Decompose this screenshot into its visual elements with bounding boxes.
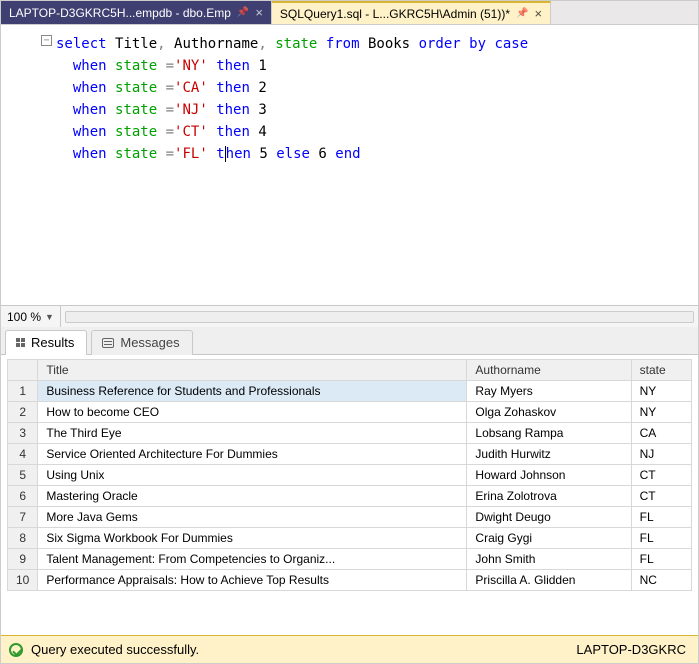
table-row[interactable]: 7More Java GemsDwight DeugoFL (8, 507, 692, 528)
cell-rownum[interactable]: 4 (8, 444, 38, 465)
cell-author[interactable]: Howard Johnson (467, 465, 631, 486)
table-row[interactable]: 6Mastering OracleErina ZolotrovaCT (8, 486, 692, 507)
table-row[interactable]: 2How to become CEOOlga ZohaskovNY (8, 402, 692, 423)
header-author[interactable]: Authorname (467, 360, 631, 381)
table-row[interactable]: 5Using UnixHoward JohnsonCT (8, 465, 692, 486)
table-row[interactable]: 1Business Reference for Students and Pro… (8, 381, 692, 402)
tab-empdb[interactable]: LAPTOP-D3GKRC5H...empdb - dbo.Emp 📌 × (1, 1, 272, 24)
cell-title[interactable]: Performance Appraisals: How to Achieve T… (38, 570, 467, 591)
table-row[interactable]: 10Performance Appraisals: How to Achieve… (8, 570, 692, 591)
results-table: Title Authorname state 1Business Referen… (7, 359, 692, 591)
cell-title[interactable]: Six Sigma Workbook For Dummies (38, 528, 467, 549)
cell-rownum[interactable]: 7 (8, 507, 38, 528)
cell-state[interactable]: NY (631, 402, 691, 423)
cell-title[interactable]: Talent Management: From Competencies to … (38, 549, 467, 570)
horizontal-scrollbar[interactable] (65, 311, 694, 323)
code-fold-toggle[interactable]: − (41, 35, 52, 46)
table-row[interactable]: 4Service Oriented Architecture For Dummi… (8, 444, 692, 465)
cell-state[interactable]: NC (631, 570, 691, 591)
cell-state[interactable]: NJ (631, 444, 691, 465)
zoom-dropdown[interactable]: 100 % ▼ (1, 306, 61, 327)
cell-title[interactable]: More Java Gems (38, 507, 467, 528)
close-icon[interactable]: × (534, 6, 542, 21)
grid-icon (16, 338, 25, 347)
tab-results[interactable]: Results (5, 330, 87, 355)
cell-state[interactable]: FL (631, 549, 691, 570)
cell-author[interactable]: Dwight Deugo (467, 507, 631, 528)
success-icon (9, 643, 23, 657)
table-header-row: Title Authorname state (8, 360, 692, 381)
results-panel-tabs: Results Messages (1, 327, 698, 355)
header-rownum[interactable] (8, 360, 38, 381)
cell-state[interactable]: FL (631, 528, 691, 549)
table-row[interactable]: 8Six Sigma Workbook For DummiesCraig Gyg… (8, 528, 692, 549)
tab-label: Messages (120, 335, 179, 350)
cell-rownum[interactable]: 9 (8, 549, 38, 570)
cell-title[interactable]: Mastering Oracle (38, 486, 467, 507)
cell-state[interactable]: FL (631, 507, 691, 528)
cell-author[interactable]: Olga Zohaskov (467, 402, 631, 423)
cell-title[interactable]: Using Unix (38, 465, 467, 486)
tab-label: SQLQuery1.sql - L...GKRC5H\Admin (51))* (280, 7, 510, 21)
tab-sqlquery[interactable]: SQLQuery1.sql - L...GKRC5H\Admin (51))* … (272, 1, 551, 24)
pin-icon[interactable]: 📌 (516, 8, 528, 19)
cell-author[interactable]: Lobsang Rampa (467, 423, 631, 444)
pin-icon[interactable]: 📌 (237, 7, 249, 18)
cell-author[interactable]: Ray Myers (467, 381, 631, 402)
cell-author[interactable]: Craig Gygi (467, 528, 631, 549)
cell-rownum[interactable]: 5 (8, 465, 38, 486)
close-icon[interactable]: × (255, 5, 263, 20)
header-title[interactable]: Title (38, 360, 467, 381)
cell-rownum[interactable]: 2 (8, 402, 38, 423)
sql-editor[interactable]: − select Title, Authorname, state from B… (1, 25, 698, 305)
tab-messages[interactable]: Messages (91, 330, 192, 355)
document-tabbar: LAPTOP-D3GKRC5H...empdb - dbo.Emp 📌 × SQ… (1, 1, 698, 25)
cell-state[interactable]: CT (631, 465, 691, 486)
status-server: LAPTOP-D3GKRC (572, 642, 690, 657)
results-grid[interactable]: Title Authorname state 1Business Referen… (1, 355, 698, 635)
header-state[interactable]: state (631, 360, 691, 381)
cell-rownum[interactable]: 8 (8, 528, 38, 549)
zoom-bar: 100 % ▼ (1, 305, 698, 327)
table-row[interactable]: 9Talent Management: From Competencies to… (8, 549, 692, 570)
status-message: Query executed successfully. (31, 642, 199, 657)
table-row[interactable]: 3The Third EyeLobsang RampaCA (8, 423, 692, 444)
tab-label: Results (31, 335, 74, 350)
cell-state[interactable]: NY (631, 381, 691, 402)
status-bar: Query executed successfully. LAPTOP-D3GK… (1, 635, 698, 663)
cell-title[interactable]: Service Oriented Architecture For Dummie… (38, 444, 467, 465)
cell-state[interactable]: CT (631, 486, 691, 507)
zoom-value: 100 % (7, 310, 41, 324)
cell-title[interactable]: The Third Eye (38, 423, 467, 444)
cell-rownum[interactable]: 10 (8, 570, 38, 591)
cell-rownum[interactable]: 6 (8, 486, 38, 507)
tab-label: LAPTOP-D3GKRC5H...empdb - dbo.Emp (9, 6, 231, 20)
cell-title[interactable]: How to become CEO (38, 402, 467, 423)
cell-rownum[interactable]: 3 (8, 423, 38, 444)
cell-state[interactable]: CA (631, 423, 691, 444)
chevron-down-icon: ▼ (45, 312, 54, 322)
cell-author[interactable]: John Smith (467, 549, 631, 570)
messages-icon (102, 338, 114, 348)
cell-author[interactable]: Erina Zolotrova (467, 486, 631, 507)
cell-title[interactable]: Business Reference for Students and Prof… (38, 381, 467, 402)
cell-rownum[interactable]: 1 (8, 381, 38, 402)
cell-author[interactable]: Priscilla A. Glidden (467, 570, 631, 591)
cell-author[interactable]: Judith Hurwitz (467, 444, 631, 465)
